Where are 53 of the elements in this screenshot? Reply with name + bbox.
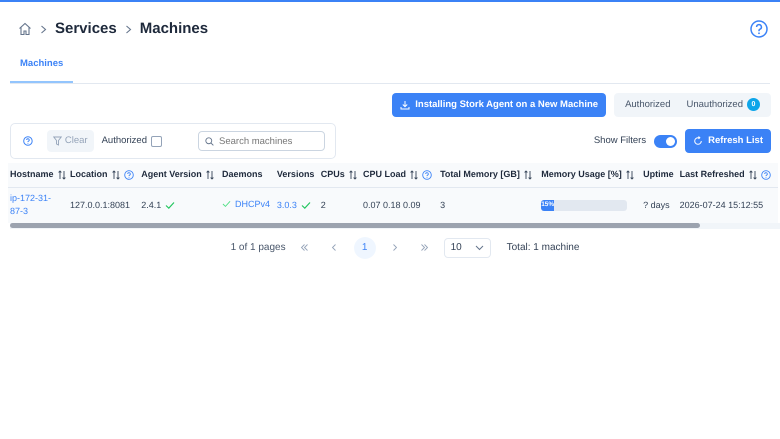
refresh-icon [693,136,704,146]
authorized-checkbox[interactable] [151,136,162,147]
help-icon[interactable] [422,170,432,180]
table-cell: 0.07 0.18 0.09 [363,200,421,210]
table-cell: 2 [320,200,326,210]
help-icon[interactable] [750,20,768,38]
help-icon[interactable] [23,136,33,146]
sort-icon[interactable] [748,170,757,180]
caret-icon [474,244,484,251]
double-chevron-icon [300,243,310,252]
double-chevron-icon [420,243,430,252]
column-header: Versions [276,168,314,182]
table-cell: 3 [440,200,446,210]
horizontal-scrollbar[interactable] [10,222,700,228]
check-icon [300,200,311,210]
total-count: Total: 1 machine [506,241,580,256]
breadcrumb-link[interactable]: Services [55,18,117,40]
refresh-list-button[interactable]: Refresh List [685,129,771,154]
toggle-option[interactable]: Authorized [617,96,678,114]
sort-icon[interactable] [206,170,214,180]
authorized-label: Authorized [102,134,147,148]
column-header: Daemons [222,168,263,182]
help-icon[interactable] [760,170,771,180]
chevron-icon [390,243,400,252]
rows-per-page-select[interactable]: 10 [444,238,491,258]
help-icon[interactable] [124,170,134,180]
sort-icon[interactable] [410,170,418,180]
check-icon [222,200,232,208]
download-icon [400,100,410,110]
sort-icon[interactable] [112,170,120,180]
sort-icon[interactable] [524,170,532,180]
sort-icon[interactable] [58,170,66,180]
show-filters-label: Show Filters [594,134,646,148]
table-cell: ? days [643,200,670,210]
page-title: Machines [140,19,208,39]
install-agent-button[interactable]: Installing Stork Agent on a New Machine [392,92,606,117]
search-icon [205,137,214,146]
column-header: Uptime [643,168,674,182]
home-icon[interactable] [18,22,32,36]
show-filters-switch[interactable] [654,134,678,148]
table-cell-text: 2.4.1 [141,198,162,212]
tab[interactable]: Machines [10,48,74,83]
version-link[interactable]: 3.0.3 [276,198,297,212]
table-cell: 127.0.0.1:8081 [70,200,130,210]
table-cell: 2026-07-24 15:12:55 [680,200,764,210]
search-field[interactable]: Search machines [198,131,325,152]
page-summary: 1 of 1 pages [230,241,286,256]
filter-icon [52,136,62,146]
sort-icon[interactable] [626,170,634,180]
chevron-icon [124,24,132,34]
chevron-icon [40,24,47,34]
check-icon [165,200,176,210]
sort-icon[interactable] [348,170,357,180]
